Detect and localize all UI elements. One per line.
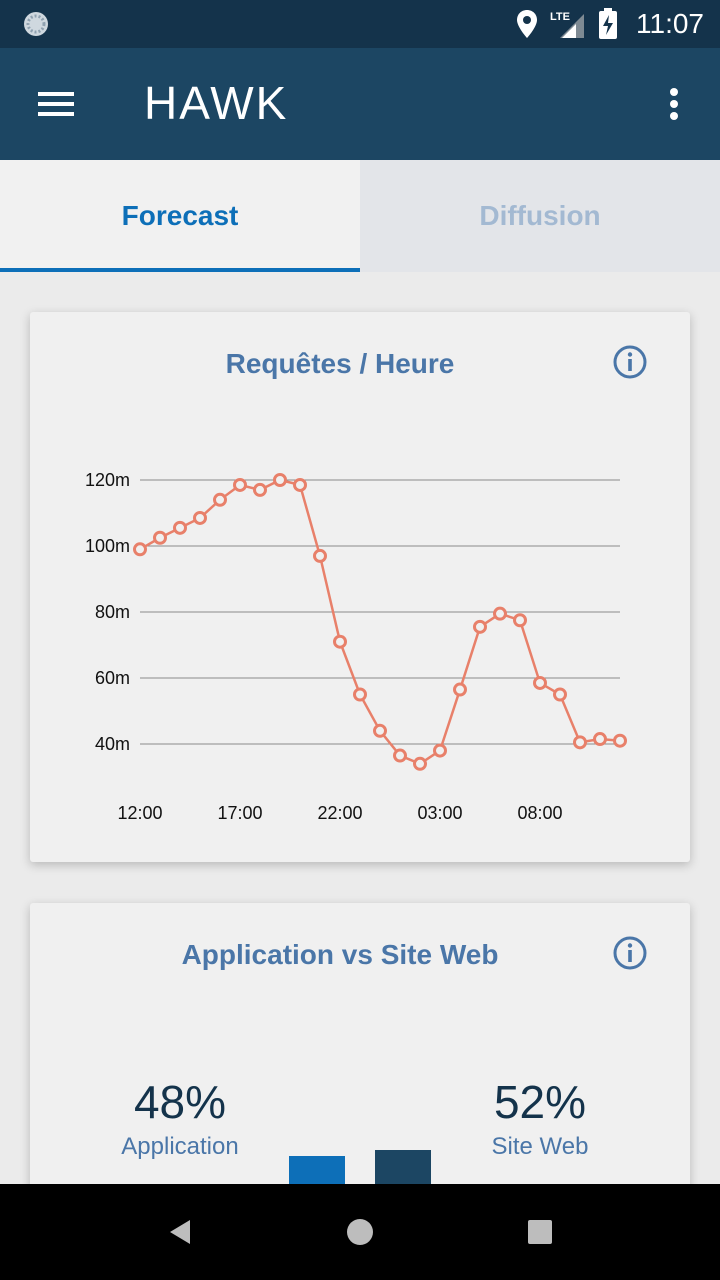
svg-text:LTE: LTE [550, 11, 570, 23]
home-icon[interactable] [346, 1218, 374, 1246]
requests-card-title: Requêtes / Heure [225, 348, 455, 379]
x-tick-label: 08:00 [517, 803, 562, 823]
data-point [173, 520, 187, 535]
split-card-title: Application vs Site Web [181, 939, 499, 970]
y-tick-label: 100m [85, 536, 130, 556]
site-web-stat: 52% Site Web [440, 1075, 640, 1161]
lte-signal-icon: LTE [550, 11, 584, 38]
data-point [433, 743, 447, 758]
data-point [373, 723, 387, 738]
application-stat: 48% Application [80, 1075, 280, 1161]
tab-forecast[interactable]: Forecast [0, 160, 360, 272]
data-point [273, 473, 287, 487]
data-point [153, 530, 167, 545]
requests-line-chart: 40m 60m 80m 100m 120m 12:00 17:00 22:00 03:00 08:… [85, 470, 627, 823]
data-point [513, 613, 527, 628]
data-point [133, 542, 147, 557]
data-point [453, 682, 467, 697]
overflow-menu-icon[interactable] [658, 84, 690, 124]
data-point [473, 619, 487, 634]
application-percent: 48% [133, 1076, 227, 1128]
data-point [573, 735, 587, 750]
data-point [313, 548, 327, 563]
location-pin-icon [517, 10, 537, 38]
info-icon[interactable] [612, 935, 648, 971]
data-point [193, 510, 207, 525]
status-icons: LTE 11:07 [516, 0, 704, 48]
data-point [553, 687, 567, 702]
y-tick-label: 120m [85, 470, 130, 490]
x-tick-label: 03:00 [417, 803, 462, 823]
data-point [253, 482, 267, 497]
application-label: Application [121, 1133, 239, 1160]
data-point [233, 477, 247, 492]
data-point [333, 634, 347, 649]
site-web-percent: 52% [493, 1076, 587, 1128]
data-point [593, 732, 607, 747]
tab-bar: Forecast Diffusion [0, 160, 720, 272]
y-tick-label: 60m [95, 668, 130, 688]
system-nav-bar [0, 1184, 720, 1280]
app-logo: HAWK [144, 77, 289, 129]
data-point [393, 748, 407, 763]
data-point [353, 687, 367, 702]
battery-charging-icon [599, 8, 617, 39]
hamburger-menu-icon[interactable] [32, 84, 80, 124]
requests-per-hour-card: 40m 60m 80m 100m 120m 12:00 17:00 22:00 03:00 08:… [30, 312, 690, 862]
tab-diffusion[interactable]: Diffusion [360, 160, 720, 272]
x-tick-label: 12:00 [117, 803, 162, 823]
recents-icon[interactable] [528, 1220, 552, 1244]
data-point [533, 675, 547, 690]
y-tick-label: 80m [95, 602, 130, 622]
data-point [413, 756, 427, 771]
info-icon[interactable] [612, 344, 648, 380]
loading-spinner-icon [24, 12, 48, 36]
app-bar: HAWK [0, 48, 720, 160]
y-tick-label: 40m [95, 734, 130, 754]
data-point [613, 733, 627, 748]
x-tick-label: 22:00 [317, 803, 362, 823]
status-time: 11:07 [636, 8, 704, 39]
back-icon[interactable] [166, 1218, 194, 1246]
site-web-label: Site Web [491, 1133, 589, 1160]
data-point [293, 477, 307, 492]
x-tick-label: 17:00 [217, 803, 262, 823]
status-bar: LTE 11:07 [0, 0, 720, 48]
app-vs-web-card: Application vs Site Web 48% Application … [30, 903, 690, 1223]
data-point [213, 492, 227, 507]
series-line [139, 478, 621, 766]
data-point [493, 606, 507, 621]
